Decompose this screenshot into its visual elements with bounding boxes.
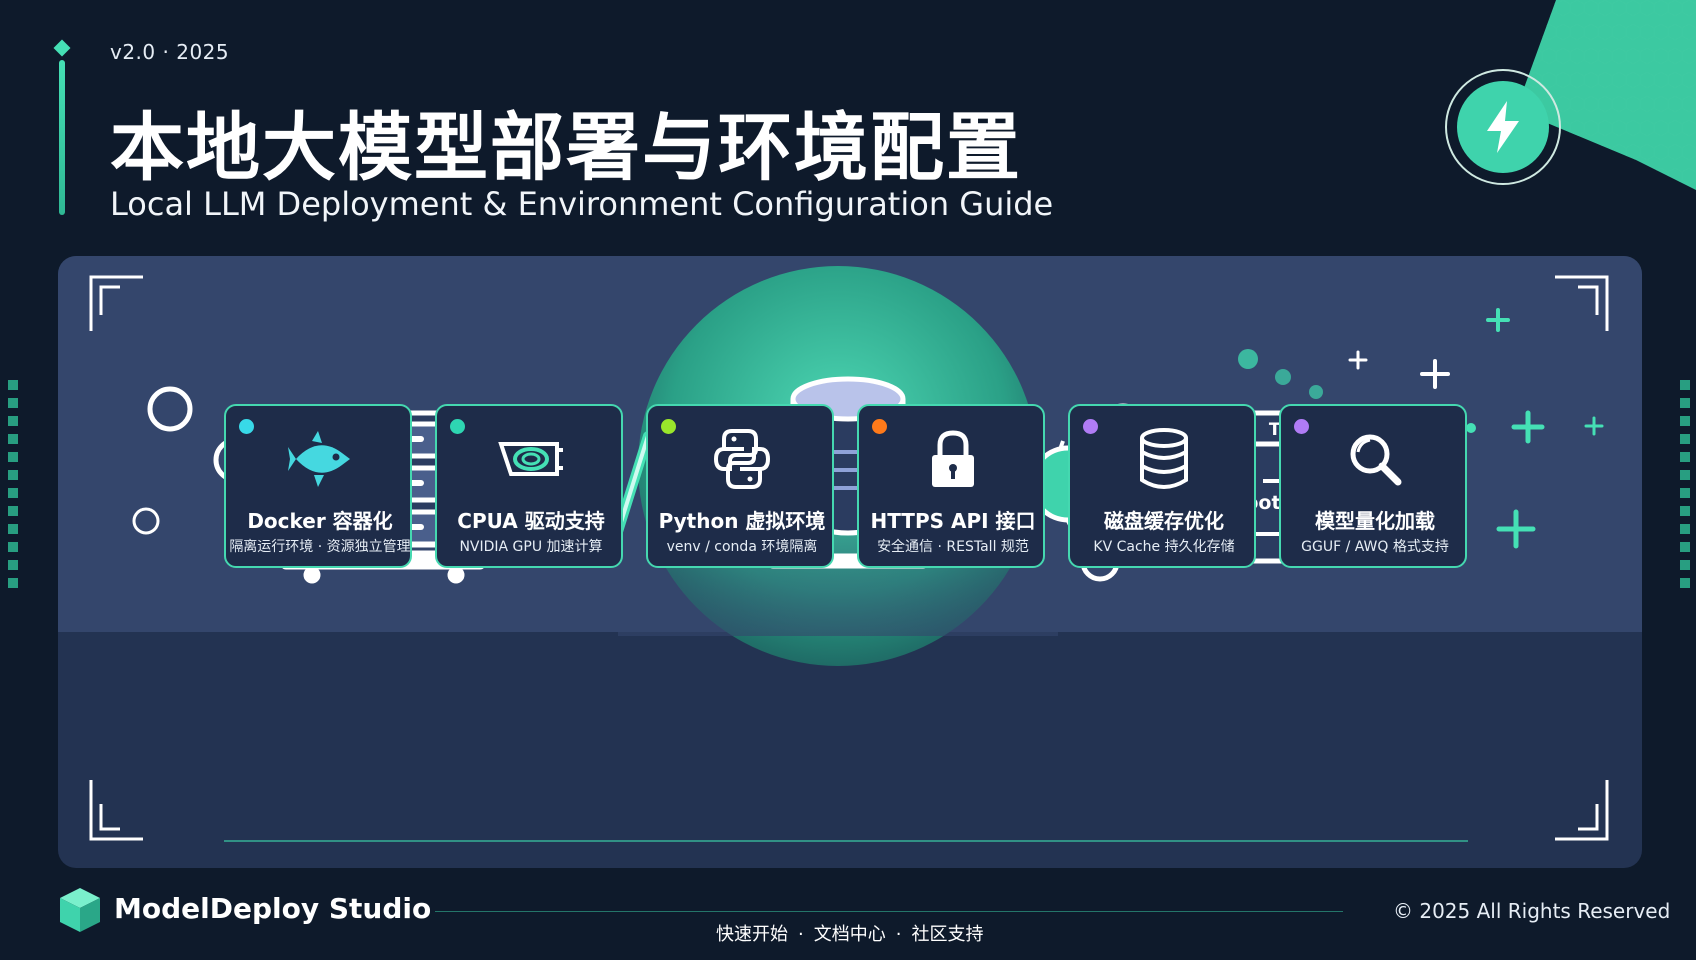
database-icon <box>1140 428 1188 489</box>
card-quant[interactable]: 模型量化加载 GGUF / AWQ 格式支持 <box>1279 404 1467 568</box>
fish-icon <box>288 431 350 487</box>
card-title: Docker 容器化 <box>247 509 393 533</box>
card-subtitle: 隔离运行环境 · 资源独立管理 <box>229 539 411 555</box>
side-dots-left <box>8 380 20 596</box>
magnifier-icon <box>1350 434 1402 486</box>
lightning-icon <box>1487 101 1519 153</box>
card-title: HTTPS API 接口 <box>870 509 1036 533</box>
card-python[interactable]: Python 虚拟环境 venv / conda 环境隔离 <box>646 404 834 568</box>
python-icon <box>714 429 770 489</box>
footer-copyright: © 2025 All Rights Reserved <box>1393 899 1671 923</box>
footer-link-docs[interactable]: 文档中心 <box>814 924 886 945</box>
card-title: 磁盘缓存优化 <box>1104 509 1224 533</box>
accent-bar <box>59 60 65 215</box>
card-subtitle: GGUF / AWQ 格式支持 <box>1301 539 1449 555</box>
card-gpu[interactable]: CPUA 驱动支持 NVIDIA GPU 加速计算 <box>435 404 623 568</box>
page-title: 本地大模型部署与环境配置 <box>110 105 1022 191</box>
accent-diamond <box>53 39 71 57</box>
footer-divider <box>435 911 1343 912</box>
footer-link-quickstart[interactable]: 快速开始 <box>716 924 788 945</box>
badge <box>1445 69 1561 185</box>
cards-divider <box>224 840 1468 842</box>
card-subtitle: KV Cache 持久化存储 <box>1093 539 1235 555</box>
card-subtitle: 安全通信 · RESTall 规范 <box>877 539 1029 555</box>
footer-link-community[interactable]: 社区支持 <box>911 924 983 945</box>
footer-links: 快速开始 · 文档中心 · 社区支持 <box>716 924 984 945</box>
card-title: 模型量化加载 <box>1315 509 1435 533</box>
card-https[interactable]: HTTPS API 接口 安全通信 · RESTall 规范 <box>857 404 1045 568</box>
card-subtitle: NVIDIA GPU 加速计算 <box>459 539 603 555</box>
footer-brand: ModelDeploy Studio <box>114 892 432 925</box>
cube-logo-icon <box>60 888 100 932</box>
card-cache[interactable]: 磁盘缓存优化 KV Cache 持久化存储 <box>1068 404 1256 568</box>
card-docker[interactable]: Docker 容器化 隔离运行环境 · 资源独立管理 <box>224 404 412 568</box>
page-subtitle: Local LLM Deployment & Environment Confi… <box>110 185 1054 223</box>
card-title: CPUA 驱动支持 <box>457 509 605 533</box>
version-label: v2.0 · 2025 <box>110 40 230 64</box>
lock-icon <box>932 430 974 487</box>
card-subtitle: venv / conda 环境隔离 <box>666 539 818 555</box>
card-title: Python 虚拟环境 <box>658 509 826 533</box>
side-dots-right <box>1680 380 1692 596</box>
gpu-chip-icon <box>498 442 563 476</box>
